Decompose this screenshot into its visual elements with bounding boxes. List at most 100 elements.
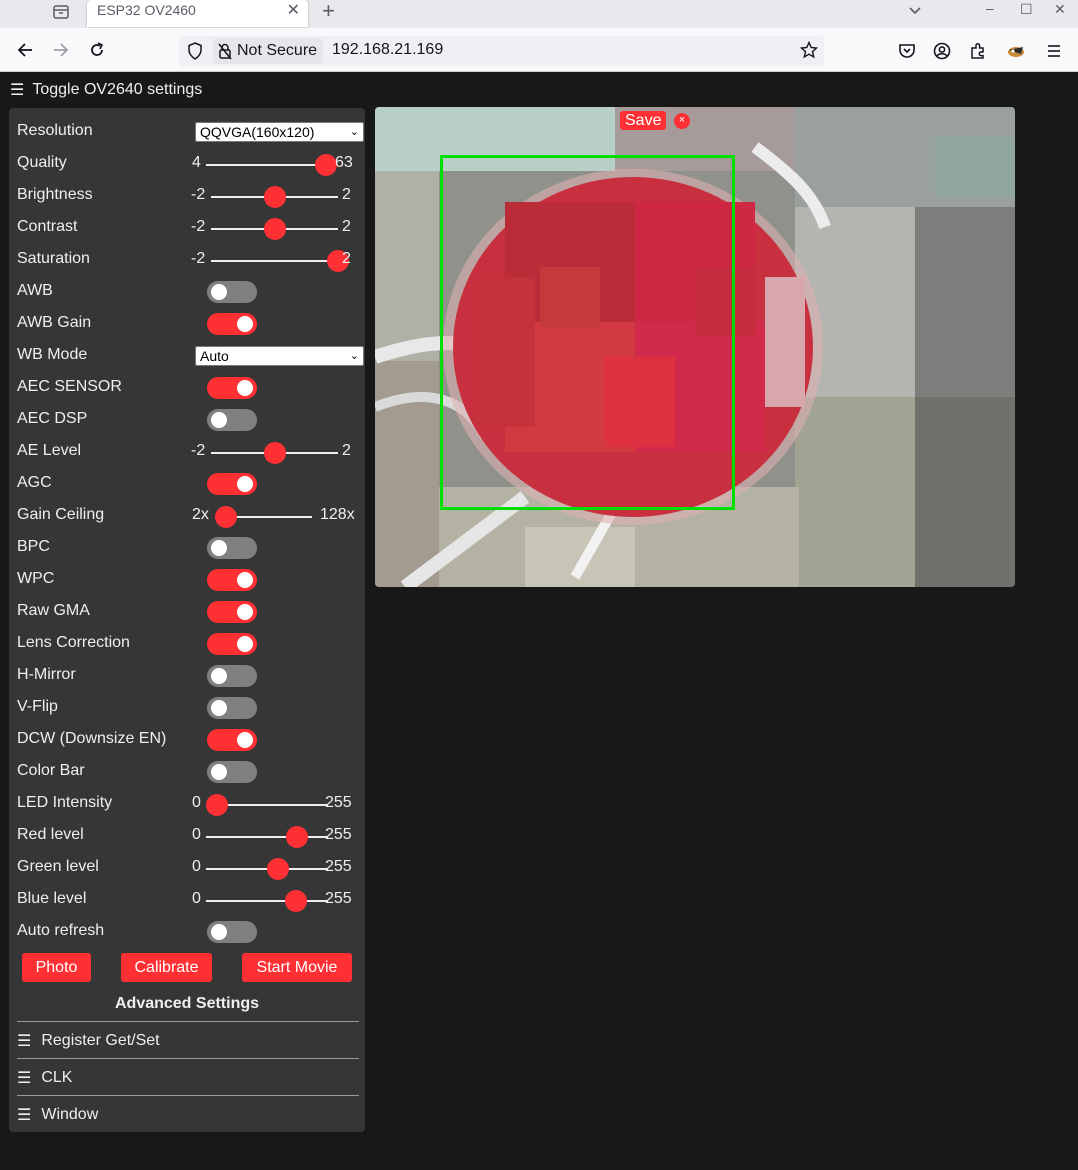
tab-list-icon[interactable] xyxy=(52,3,70,19)
not-secure-label: Not Secure xyxy=(237,42,318,59)
agc-toggle[interactable] xyxy=(207,473,257,495)
led-intensity-slider-thumb[interactable] xyxy=(206,794,228,816)
tab-title: ESP32 OV2460 xyxy=(97,2,196,18)
saturation-row: Saturation -2 2 xyxy=(17,246,362,274)
aec-sensor-label: AEC SENSOR xyxy=(17,378,122,395)
led-intensity-slider-track[interactable] xyxy=(217,804,328,806)
v-flip-toggle[interactable] xyxy=(207,697,257,719)
list-all-tabs-icon[interactable] xyxy=(907,2,923,21)
forward-icon[interactable] xyxy=(51,38,71,62)
bpc-toggle[interactable] xyxy=(207,537,257,559)
lens-correction-label: Lens Correction xyxy=(17,634,130,651)
wb-mode-select[interactable]: Auto ⌄ xyxy=(195,346,364,366)
dcw-toggle[interactable] xyxy=(207,729,257,751)
awb-gain-toggle[interactable] xyxy=(207,313,257,335)
chevron-down-icon: ⌄ xyxy=(349,126,359,138)
window-section[interactable]: ☰ Window xyxy=(17,1105,98,1125)
app-menu-icon[interactable] xyxy=(1045,42,1063,60)
section-label: Register Get/Set xyxy=(41,1032,160,1049)
extensions-icon[interactable] xyxy=(969,42,987,60)
detection-box xyxy=(440,155,735,510)
clk-section[interactable]: ☰ CLK xyxy=(17,1068,72,1088)
hamburger-icon: ☰ xyxy=(17,1107,32,1124)
gain-ceiling-label: Gain Ceiling xyxy=(17,506,105,523)
lens-correction-row: Lens Correction xyxy=(17,630,362,658)
photo-button[interactable]: Photo xyxy=(22,953,91,982)
calibrate-button[interactable]: Calibrate xyxy=(121,953,212,982)
site-security-indicator[interactable]: Not Secure xyxy=(213,38,324,64)
quality-slider-track[interactable] xyxy=(206,164,326,166)
awb-gain-row: AWB Gain xyxy=(17,310,362,338)
tab-close-icon[interactable]: ✕ xyxy=(287,0,300,20)
minimize-icon[interactable]: – xyxy=(986,0,994,16)
quality-slider-thumb[interactable] xyxy=(315,154,337,176)
h-mirror-toggle[interactable] xyxy=(207,665,257,687)
awb-toggle[interactable] xyxy=(207,281,257,303)
bpc-row: BPC xyxy=(17,534,362,562)
ae-level-slider-thumb[interactable] xyxy=(263,442,286,464)
toggle-knob xyxy=(211,924,227,940)
toggle-knob xyxy=(211,284,227,300)
h-mirror-label: H-Mirror xyxy=(17,666,76,683)
lens-correction-toggle[interactable] xyxy=(207,633,257,655)
contrast-min: -2 xyxy=(191,218,206,235)
saturation-min: -2 xyxy=(191,250,206,267)
red-level-min: 0 xyxy=(192,826,201,843)
extension-avatar-icon[interactable] xyxy=(1006,42,1024,60)
h-mirror-row: H-Mirror xyxy=(17,662,362,690)
blue-level-slider-thumb[interactable] xyxy=(284,890,307,912)
bookmark-star-icon[interactable] xyxy=(799,40,819,64)
blue-level-slider-track[interactable] xyxy=(206,900,328,902)
toggle-settings-label: Toggle OV2640 settings xyxy=(32,81,203,98)
browser-nav-bar: Not Secure 192.168.21.169 xyxy=(0,28,1078,72)
section-label: CLK xyxy=(41,1069,73,1086)
saturation-slider-track[interactable] xyxy=(211,260,338,262)
quality-min: 4 xyxy=(192,154,201,171)
color-bar-toggle[interactable] xyxy=(207,761,257,783)
toggle-settings-button[interactable]: ☰ Toggle OV2640 settings xyxy=(10,80,202,100)
auto-refresh-toggle[interactable] xyxy=(207,921,257,943)
browser-tab[interactable]: ESP32 OV2460 ✕ xyxy=(87,0,308,27)
gain-ceiling-max: 128x xyxy=(320,506,355,523)
register-get-set-section[interactable]: ☰ Register Get/Set xyxy=(17,1031,160,1051)
aec-dsp-label: AEC DSP xyxy=(17,410,88,427)
aec-dsp-toggle[interactable] xyxy=(207,409,257,431)
maximize-icon[interactable]: ☐ xyxy=(1020,1,1033,18)
start-movie-button[interactable]: Start Movie xyxy=(242,953,352,982)
brightness-min: -2 xyxy=(191,186,206,203)
contrast-slider-thumb[interactable] xyxy=(263,218,286,240)
contrast-row: Contrast -2 2 xyxy=(17,214,362,242)
new-tab-button[interactable]: + xyxy=(322,0,335,24)
red-level-max: 255 xyxy=(325,826,352,843)
brightness-slider-thumb[interactable] xyxy=(263,186,286,208)
toggle-knob xyxy=(237,476,253,492)
back-icon[interactable] xyxy=(15,38,35,62)
toggle-knob xyxy=(237,380,253,396)
url-bar[interactable]: Not Secure 192.168.21.169 xyxy=(179,36,824,66)
reload-icon[interactable] xyxy=(87,38,107,62)
red-level-slider-track[interactable] xyxy=(206,836,328,838)
url-text[interactable]: 192.168.21.169 xyxy=(332,41,443,59)
account-icon[interactable] xyxy=(933,42,951,60)
close-stream-icon[interactable]: × xyxy=(674,113,690,129)
raw-gma-toggle[interactable] xyxy=(207,601,257,623)
bpc-label: BPC xyxy=(17,538,50,555)
gain-ceiling-slider-track[interactable] xyxy=(226,516,312,518)
resolution-select[interactable]: QQVGA(160x120) ⌄ xyxy=(195,122,364,142)
green-level-slider-thumb[interactable] xyxy=(267,858,290,880)
save-button[interactable]: Save xyxy=(620,111,667,130)
close-window-icon[interactable]: ✕ xyxy=(1054,1,1066,18)
pocket-icon[interactable] xyxy=(898,42,916,60)
ae-level-max: 2 xyxy=(342,442,351,459)
wpc-toggle[interactable] xyxy=(207,569,257,591)
gain-ceiling-row: Gain Ceiling 2x 128x xyxy=(17,502,362,530)
hamburger-icon: ☰ xyxy=(17,1070,32,1087)
tracking-protection-shield-icon[interactable] xyxy=(187,42,203,65)
blue-level-label: Blue level xyxy=(17,890,87,907)
saturation-label: Saturation xyxy=(17,250,90,267)
aec-sensor-toggle[interactable] xyxy=(207,377,257,399)
gain-ceiling-min: 2x xyxy=(192,506,209,523)
red-level-slider-thumb[interactable] xyxy=(285,826,308,848)
section-label: Window xyxy=(41,1106,99,1123)
gain-ceiling-slider-thumb[interactable] xyxy=(215,506,237,528)
